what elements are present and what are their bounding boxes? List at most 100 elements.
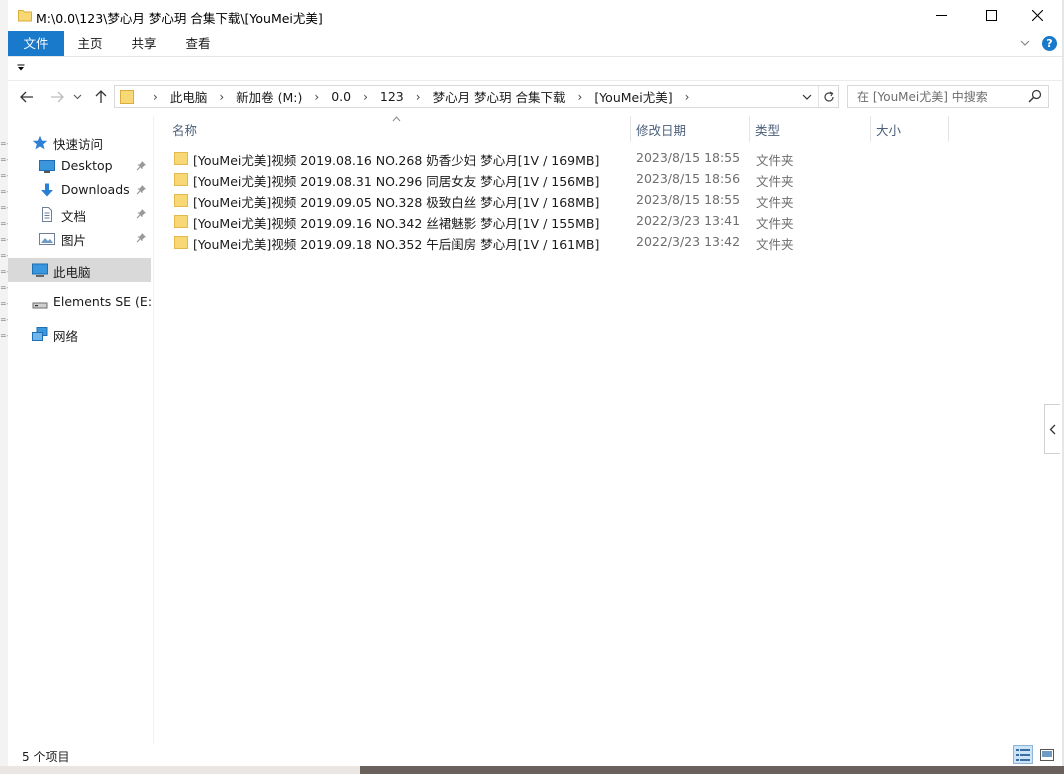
chevron-left-icon: [1049, 424, 1056, 434]
tab-view[interactable]: 查看: [176, 31, 220, 56]
column-header-size[interactable]: 大小: [876, 116, 901, 142]
breadcrumb-item[interactable]: 123: [380, 89, 404, 104]
desktop-icon: [39, 160, 55, 173]
arrow-left-icon: [20, 91, 33, 103]
address-bar[interactable]: › 此电脑 › 新加卷 (M:) › 0.0 › 123 › 梦心月 梦心玥 合…: [114, 85, 839, 108]
column-header-name[interactable]: 名称: [172, 116, 197, 142]
column-divider[interactable]: [948, 116, 949, 142]
window-left-edge: [0, 0, 8, 774]
file-type: 文件夹: [756, 237, 794, 252]
list-item[interactable]: [YouMei尤美]视频 2019.09.16 NO.342 丝裙魅影 梦心月[…: [170, 211, 1030, 232]
pin-icon[interactable]: [136, 208, 147, 219]
column-divider[interactable]: [630, 116, 631, 142]
title-bar[interactable]: M:\0.0\123\梦心月 梦心玥 合集下载\[YouMei尤美]: [8, 0, 1062, 31]
breadcrumb-separator[interactable]: ›: [685, 90, 690, 104]
sidebar-item-documents[interactable]: 文档: [8, 202, 151, 226]
file-name: [YouMei尤美]视频 2019.09.16 NO.342 丝裙魅影 梦心月[…: [193, 216, 600, 231]
breadcrumb-item[interactable]: [YouMei尤美]: [594, 87, 672, 106]
breadcrumb-item[interactable]: 此电脑: [170, 87, 208, 106]
explorer-window: M:\0.0\123\梦心月 梦心玥 合集下载\[YouMei尤美] 文件 主页…: [0, 0, 1064, 774]
breadcrumb-separator[interactable]: ›: [219, 90, 224, 104]
up-button[interactable]: [90, 87, 112, 107]
sort-ascending-icon: [392, 116, 401, 122]
sidebar-item-quick-access[interactable]: 快速访问: [8, 130, 151, 154]
list-item[interactable]: [YouMei尤美]视频 2019.08.31 NO.296 同居女友 梦心月[…: [170, 169, 1030, 190]
computer-icon: [32, 263, 48, 277]
sidebar-item-pictures[interactable]: 图片: [8, 226, 151, 250]
file-date: 2022/3/23 13:42: [636, 234, 741, 249]
customize-toolbar-icon[interactable]: [17, 64, 25, 72]
help-icon[interactable]: ?: [1042, 36, 1057, 51]
tab-home[interactable]: 主页: [68, 31, 112, 56]
navigation-bar: › 此电脑 › 新加卷 (M:) › 0.0 › 123 › 梦心月 梦心玥 合…: [8, 82, 1062, 112]
status-bar: 5 个项目: [8, 744, 1062, 766]
item-count: 5 个项目: [22, 750, 70, 764]
column-header-type[interactable]: 类型: [755, 116, 780, 142]
sidebar-item-downloads[interactable]: Downloads: [8, 178, 151, 202]
pin-icon[interactable]: [136, 160, 147, 171]
preview-pane-toggle[interactable]: [1044, 404, 1060, 454]
close-button[interactable]: [1014, 0, 1060, 31]
download-icon: [41, 183, 53, 197]
refresh-button[interactable]: [818, 86, 838, 107]
list-item[interactable]: [YouMei尤美]视频 2019.09.05 NO.328 极致白丝 梦心月[…: [170, 190, 1030, 211]
file-date: 2022/3/23 13:41: [636, 213, 741, 228]
breadcrumb-separator[interactable]: ›: [363, 90, 368, 104]
sidebar-item-network[interactable]: 网络: [8, 322, 151, 346]
address-dropdown-button[interactable]: [799, 86, 815, 107]
search-input[interactable]: [848, 86, 1024, 107]
list-item[interactable]: [YouMei尤美]视频 2019.08.16 NO.268 奶香少妇 梦心月[…: [170, 148, 1030, 169]
file-date: 2023/8/15 18:55: [636, 150, 741, 165]
recent-locations-button[interactable]: [70, 87, 84, 107]
tab-share[interactable]: 共享: [122, 31, 166, 56]
large-icons-view-icon: [1040, 748, 1054, 761]
breadcrumb-separator[interactable]: ›: [314, 90, 319, 104]
file-name: [YouMei尤美]视频 2019.09.18 NO.352 午后闺房 梦心月[…: [193, 237, 600, 252]
pin-icon[interactable]: [136, 184, 147, 195]
minimize-icon: [935, 15, 947, 16]
sidebar-item-label: 快速访问: [53, 137, 104, 152]
column-divider[interactable]: [749, 116, 750, 142]
network-icon: [32, 327, 48, 341]
breadcrumb-separator[interactable]: ›: [578, 90, 583, 104]
file-type: 文件夹: [756, 216, 794, 231]
file-type: 文件夹: [756, 174, 794, 189]
folder-icon: [174, 152, 188, 165]
background-window-edge: =-=-=-=-=-=-=-=-=-=-=-=-=-: [0, 140, 8, 340]
expand-ribbon-icon[interactable]: [1018, 36, 1032, 50]
file-type: 文件夹: [756, 153, 794, 168]
sidebar-item-label: 此电脑: [53, 265, 91, 280]
arrow-up-icon: [95, 90, 107, 103]
breadcrumb-separator[interactable]: ›: [153, 90, 158, 104]
search-box[interactable]: [847, 85, 1049, 108]
column-header-date[interactable]: 修改日期: [636, 116, 686, 142]
breadcrumb-item[interactable]: 新加卷 (M:): [236, 87, 302, 106]
details-view-button[interactable]: [1013, 745, 1033, 764]
details-view-icon: [1016, 748, 1030, 761]
sidebar-item-label: 网络: [53, 329, 79, 344]
maximize-button[interactable]: [968, 0, 1014, 31]
pin-icon[interactable]: [136, 232, 147, 243]
arrow-right-icon: [51, 91, 64, 103]
breadcrumb-item[interactable]: 0.0: [331, 89, 351, 104]
list-item[interactable]: [YouMei尤美]视频 2019.09.18 NO.352 午后闺房 梦心月[…: [170, 232, 1030, 253]
back-button[interactable]: [16, 87, 38, 107]
picture-icon: [39, 233, 55, 245]
sidebar-item-desktop[interactable]: Desktop: [8, 154, 151, 178]
tab-file[interactable]: 文件: [8, 31, 64, 56]
file-date: 2023/8/15 18:55: [636, 192, 741, 207]
minimize-button[interactable]: [918, 0, 964, 31]
file-name: [YouMei尤美]视频 2019.09.05 NO.328 极致白丝 梦心月[…: [193, 195, 600, 210]
file-name: [YouMei尤美]视频 2019.08.16 NO.268 奶香少妇 梦心月[…: [193, 153, 600, 168]
large-icons-view-button[interactable]: [1038, 746, 1056, 763]
chevron-down-icon: [73, 94, 81, 100]
sidebar-item-label: Downloads: [61, 182, 130, 197]
search-icon[interactable]: [1028, 89, 1042, 103]
column-divider[interactable]: [870, 116, 871, 142]
breadcrumb-item[interactable]: 梦心月 梦心玥 合集下载: [433, 87, 566, 106]
breadcrumb-separator[interactable]: ›: [416, 90, 421, 104]
window-title: M:\0.0\123\梦心月 梦心玥 合集下载\[YouMei尤美]: [36, 11, 323, 26]
forward-button[interactable]: [46, 87, 68, 107]
sidebar-item-elements-se[interactable]: Elements SE (E:): [8, 290, 157, 314]
sidebar-item-this-pc[interactable]: 此电脑: [8, 258, 151, 282]
